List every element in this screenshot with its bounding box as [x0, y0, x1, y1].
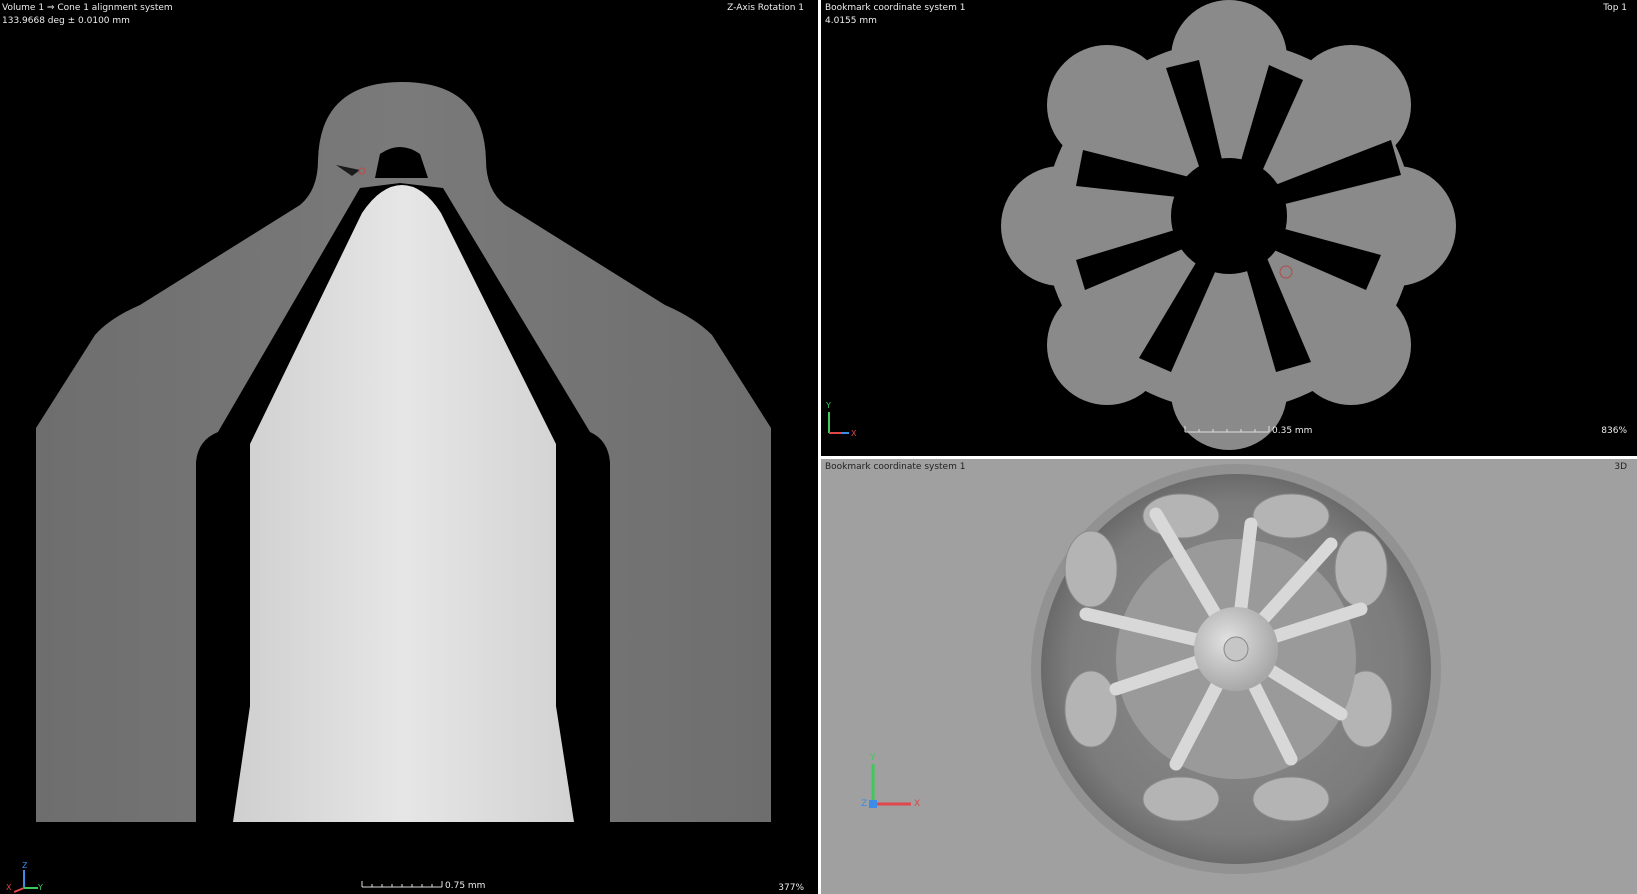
3d-render-image [821, 459, 1637, 894]
axis-triad [828, 412, 849, 434]
zoom-level: 836% [1601, 426, 1627, 436]
axis-label-y: Y [870, 753, 876, 763]
center-hole [1171, 158, 1287, 274]
axis-label-x: X [6, 883, 12, 892]
left-slice-view[interactable]: Volume 1 ⇒ Cone 1 alignment system 133.9… [0, 0, 818, 894]
view-name: Z-Axis Rotation 1 [727, 3, 804, 13]
view-subtitle: 133.9668 deg ± 0.0100 mm [2, 16, 130, 26]
scale-label: 0.75 mm [445, 881, 486, 891]
axis-triad [13, 870, 38, 893]
view-subtitle: 4.0155 mm [825, 16, 877, 26]
view-name: 3D [1614, 462, 1627, 472]
axis-label-y: Y [826, 401, 831, 410]
axis-label-x: X [914, 799, 921, 809]
axis-label-y: Y [38, 883, 43, 892]
view-title: Bookmark coordinate system 1 [825, 3, 966, 13]
axis-label-z: Z [22, 861, 28, 870]
3d-view[interactable]: Bookmark coordinate system 1 3D Y X Z [821, 459, 1637, 894]
axis-label-x: X [851, 429, 857, 438]
axis-label-z: Z [861, 799, 868, 809]
view-name: Top 1 [1603, 3, 1627, 13]
top-section-image [828, 0, 1456, 450]
top-slice-view[interactable]: Bookmark coordinate system 1 4.0155 mm T… [821, 0, 1637, 456]
scale-label: 0.35 mm [1272, 426, 1313, 436]
zoom-level: 377% [778, 883, 804, 893]
view-title: Bookmark coordinate system 1 [825, 462, 966, 472]
scale-bar [361, 881, 443, 888]
cross-section-image [13, 82, 771, 893]
view-title: Volume 1 ⇒ Cone 1 alignment system [2, 3, 173, 13]
